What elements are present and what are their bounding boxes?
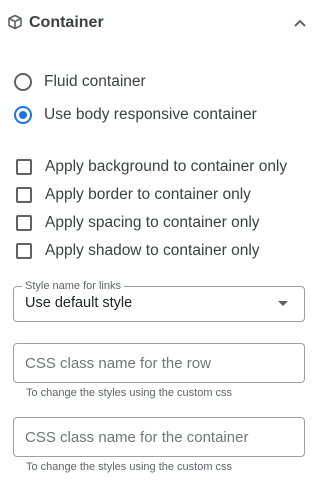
- checkbox-label: Apply background to container only: [45, 158, 288, 175]
- radio-label: Use body responsive container: [44, 106, 257, 123]
- select-value: Use default style: [25, 295, 133, 311]
- row-class-helper: To change the styles using the custom cs…: [26, 387, 233, 399]
- radio-label: Fluid container: [44, 73, 146, 90]
- container-class-input[interactable]: [14, 418, 304, 456]
- checkbox[interactable]: [16, 187, 32, 203]
- checkbox[interactable]: [16, 243, 32, 259]
- dropdown-arrow-icon[interactable]: [278, 301, 288, 306]
- cube-icon: [8, 14, 22, 30]
- checkbox-spacing[interactable]: Apply spacing to container only: [16, 211, 260, 235]
- checkbox-shadow[interactable]: Apply shadow to container only: [16, 239, 260, 263]
- style-name-select[interactable]: Style name for links Use default style: [13, 279, 305, 322]
- checkbox-label: Apply shadow to container only: [45, 242, 260, 259]
- checkbox[interactable]: [16, 215, 32, 231]
- radio-button[interactable]: [14, 73, 32, 91]
- container-class-helper: To change the styles using the custom cs…: [26, 461, 233, 473]
- chevron-up-icon[interactable]: [292, 15, 308, 31]
- checkbox-border[interactable]: Apply border to container only: [16, 183, 251, 207]
- panel-title: Container: [29, 14, 104, 31]
- radio-button[interactable]: [14, 106, 32, 124]
- radio-fluid-container[interactable]: Fluid container: [14, 70, 146, 94]
- row-class-input[interactable]: [14, 344, 304, 382]
- checkbox[interactable]: [16, 159, 32, 175]
- row-class-field[interactable]: [13, 343, 305, 383]
- checkbox-label: Apply spacing to container only: [45, 214, 260, 231]
- radio-body-responsive-container[interactable]: Use body responsive container: [14, 103, 257, 127]
- container-class-field[interactable]: [13, 417, 305, 457]
- checkbox-background[interactable]: Apply background to container only: [16, 155, 287, 179]
- panel-header[interactable]: Container: [0, 0, 317, 46]
- checkbox-label: Apply border to container only: [45, 186, 251, 203]
- select-label: Style name for links: [22, 279, 124, 293]
